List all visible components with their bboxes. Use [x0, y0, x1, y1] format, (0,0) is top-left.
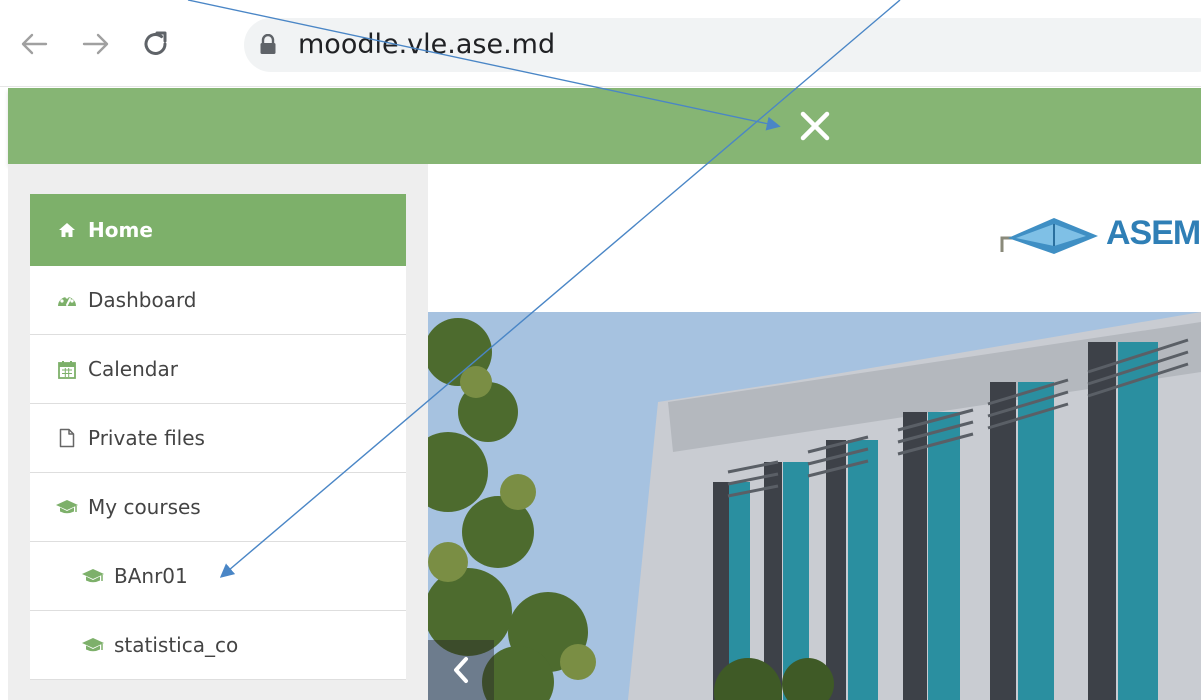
nav-item-course-banr01[interactable]: BAnr01	[30, 542, 406, 611]
nav-item-label: My courses	[88, 495, 201, 519]
graduation-cap-icon	[80, 568, 106, 584]
nav-item-label: Home	[88, 218, 153, 242]
lock-icon	[260, 34, 276, 54]
nav-item-private-files[interactable]: Private files	[30, 404, 406, 473]
nav-item-my-courses[interactable]: My courses	[30, 473, 406, 542]
nav-item-calendar[interactable]: Calendar	[30, 335, 406, 404]
main-content: ASEM	[428, 164, 1201, 700]
logo-text: ASEM	[1106, 214, 1201, 252]
browser-toolbar: moodle.vle.ase.md	[0, 0, 1201, 87]
back-button[interactable]	[14, 22, 54, 66]
dashboard-icon	[54, 291, 80, 309]
asem-logo[interactable]: ASEM	[994, 208, 1201, 264]
file-icon	[54, 428, 80, 448]
nav-item-label: Private files	[88, 426, 205, 450]
nav-drawer: Home Dashboard Calendar Private files My…	[8, 164, 428, 700]
forward-button[interactable]	[76, 22, 116, 66]
close-drawer-button[interactable]	[793, 104, 837, 148]
hero-image	[428, 312, 1201, 700]
reload-button[interactable]	[136, 22, 176, 66]
nav-item-course-statistica[interactable]: statistica_co	[30, 611, 406, 680]
graduation-cap-icon	[54, 499, 80, 515]
nav-item-label: BAnr01	[114, 564, 188, 588]
url-text: moodle.vle.ase.md	[298, 29, 556, 60]
top-navbar	[8, 88, 1201, 164]
address-bar[interactable]: moodle.vle.ase.md	[244, 18, 1201, 72]
nav-item-label: Calendar	[88, 357, 178, 381]
nav-item-home[interactable]: Home	[30, 194, 406, 266]
nav-item-label: statistica_co	[114, 633, 239, 657]
reload-icon	[144, 31, 167, 55]
arrow-left-icon	[21, 33, 48, 55]
arrow-right-icon	[82, 33, 109, 55]
building-photo	[428, 312, 1201, 700]
carousel-prev-button[interactable]	[428, 640, 494, 700]
close-icon	[800, 111, 830, 141]
nav-item-dashboard[interactable]: Dashboard	[30, 266, 406, 335]
home-icon	[54, 222, 80, 238]
nav-item-label: Dashboard	[88, 288, 197, 312]
calendar-icon	[54, 360, 80, 379]
graduation-cap-icon	[80, 637, 106, 653]
chevron-left-icon	[454, 657, 468, 683]
logo-emblem	[1000, 218, 1098, 254]
nav-list: Home Dashboard Calendar Private files My…	[30, 194, 406, 680]
